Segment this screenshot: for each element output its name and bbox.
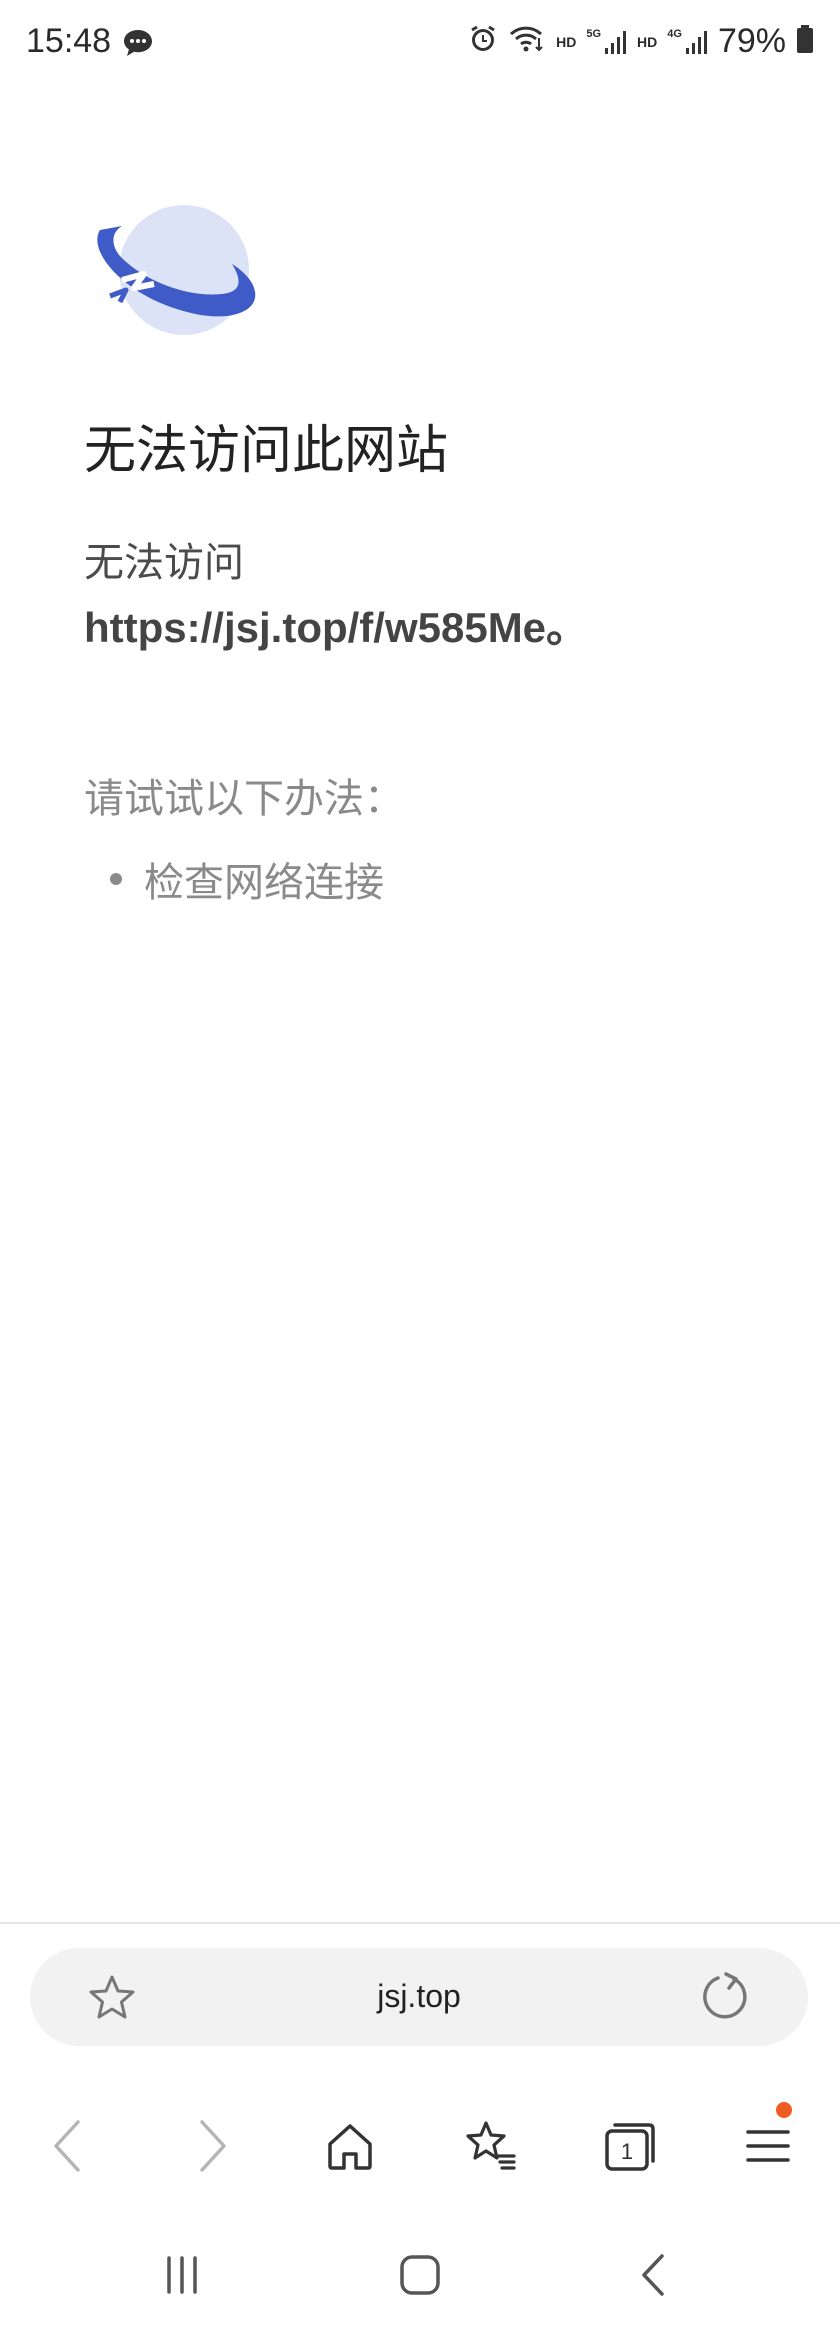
back-icon[interactable] — [18, 2096, 118, 2196]
address-domain[interactable]: jsj.top — [30, 1978, 808, 2015]
error-title: 无法访问此网站 — [84, 422, 449, 480]
address-bar[interactable]: jsj.top — [30, 1948, 808, 2046]
status-bar: 15:48 HD 5G HD 4G 79% — [0, 0, 840, 96]
forward-icon[interactable] — [162, 2096, 262, 2196]
notification-dot — [776, 2102, 792, 2118]
suggestion-heading: 请试试以下办法： — [84, 777, 404, 821]
message-icon — [122, 28, 154, 63]
status-time: 15:48 — [26, 22, 112, 60]
network-label: HD — [637, 33, 658, 50]
browser-toolbar: 1 — [0, 2090, 840, 2200]
suggestion-text: 检查网络连接 — [144, 861, 384, 905]
signal-icon: 5G — [586, 28, 627, 56]
bullet-dot — [110, 873, 122, 885]
home-icon[interactable] — [300, 2096, 400, 2196]
divider — [0, 1922, 840, 1924]
menu-icon[interactable] — [718, 2096, 818, 2196]
system-nav-bar — [0, 2222, 840, 2326]
signal-icon: 4G — [667, 28, 708, 56]
system-back-icon[interactable] — [604, 2240, 704, 2310]
recent-apps-icon[interactable] — [132, 2240, 232, 2310]
home-button-icon[interactable] — [370, 2240, 470, 2310]
error-message: 无法访问 — [84, 541, 244, 585]
suggestion-item: 检查网络连接 — [110, 850, 384, 908]
battery-percent: 79% — [717, 22, 786, 60]
network-label: 5G — [586, 27, 602, 40]
wifi-icon — [508, 24, 546, 59]
reload-icon[interactable] — [698, 1970, 752, 2029]
error-url: https://jsj.top/f/w585Me。 — [84, 604, 589, 651]
battery-icon — [796, 24, 814, 59]
tabs-count: 1 — [621, 2139, 633, 2164]
alarm-icon — [468, 24, 498, 59]
status-icons: HD 5G HD 4G 79% — [468, 22, 814, 61]
network-label: 4G — [667, 27, 682, 40]
bookmarks-icon[interactable] — [440, 2096, 540, 2196]
network-label: HD — [556, 33, 577, 50]
planet-logo-icon — [92, 200, 262, 345]
tabs-icon[interactable]: 1 — [580, 2096, 680, 2196]
